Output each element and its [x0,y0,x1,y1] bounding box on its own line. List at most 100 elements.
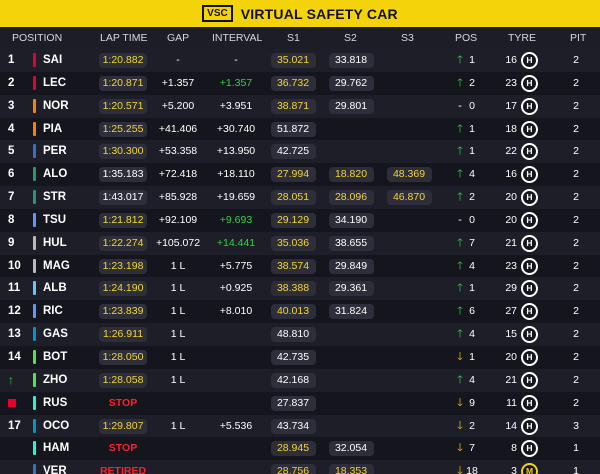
position-change-arrow: - [453,95,467,118]
team-color-bar [33,258,36,273]
position-change-arrow: 🡑 [453,49,467,72]
position-number: 1 [8,54,15,66]
tyre-cell: H [521,371,538,389]
gap: +92.109 [158,213,198,226]
table-row[interactable]: 5 PER 1:30.300 +53.358 +13.950 42.725 🡑 … [0,140,600,164]
position-change-arrow: 🡑 [453,163,467,186]
position-number: 17 [8,419,21,432]
s1-cell: 42.168 [268,369,318,392]
interval [208,369,264,392]
interval: +19.659 [216,191,256,204]
s1-cell: 27.837 [268,392,318,415]
tyre-laps: 20 [505,213,517,226]
lap-time: 1:26.911 [98,327,148,343]
interval: +5.775 [219,259,253,272]
table-row[interactable]: 1 SAI 1:20.882 - - 35.021 33.818 🡑 1 16 … [0,49,600,72]
s1-time: 27.837 [270,395,316,411]
pit-stops: 2 [573,236,579,249]
team-color-bar [33,304,36,319]
pit-stops: 3 [573,419,579,432]
table-row[interactable]: 11 ALB 1:24.190 1 L +0.925 38.388 29.361… [0,277,600,301]
lap-time: STOP [108,396,138,409]
table-row[interactable]: 8 TSU 1:21.812 +92.109 +9.693 29.129 34.… [0,208,600,232]
position-change: 1 [469,122,475,135]
header-pit: PIT [570,32,587,44]
table-row[interactable]: 6 ALO 1:35.183 +72.418 +18.110 27.994 18… [0,163,600,187]
lap-time-cell: 1:21.812 [97,209,149,232]
position-cell: 5 [8,140,30,163]
table-row[interactable]: HAM STOP 28.945 32.054 🡓 7 8 H 1 [0,437,600,461]
table-row[interactable]: 4 PIA 1:25.255 +41.406 +30.740 51.872 🡑 … [0,117,600,141]
tyre-cell: H [521,143,538,161]
team-color-bar [33,418,36,433]
lap-time: 1:23.198 [98,258,148,274]
s1-time: 42.168 [270,372,316,388]
s2-cell [326,118,376,141]
tyre-compound-icon: H [521,189,538,207]
table-row[interactable]: 13 GAS 1:26.911 1 L 48.810 🡑 4 15 H 2 [0,323,600,346]
s3-cell [384,369,434,392]
position-number: 2 [8,76,15,89]
tyre-laps: 17 [505,99,517,112]
arrow-up-icon: 🡑 [457,305,463,318]
interval [208,392,264,415]
table-row[interactable]: VER RETIRED 28.756 18.353 🡓 18 3 M 1 [0,460,600,474]
table-row[interactable]: 12 RIC 1:23.839 1 L +8.010 40.013 31.824… [0,300,600,324]
arrow-down-icon: 🡓 [457,465,463,474]
s2-cell [326,346,376,369]
driver-code: GAS [43,328,68,341]
arrow-up-icon: 🡑 [457,282,463,295]
table-row[interactable]: 7 STR 1:43.017 +85.928 +19.659 28.051 28… [0,186,600,209]
table-row[interactable]: 14 BOT 1:28.050 1 L 42.735 🡓 1 20 H 2 [0,345,600,369]
position-number: 4 [8,122,15,135]
tyre-cell: H [521,348,538,366]
pit-stops: 2 [573,373,579,386]
driver-code: NOR [43,99,69,112]
table-row[interactable]: 2 LEC 1:20.871 +1.357 +1.357 36.732 29.7… [0,71,600,95]
position-number: 5 [8,145,15,158]
table-row[interactable]: 17 OCO 1:29.807 1 L +5.536 43.734 🡓 2 14… [0,414,600,438]
table-row[interactable]: ↑ ZHO 1:28.058 1 L 42.168 🡑 4 21 H 2 [0,368,600,392]
tyre-laps: 20 [505,350,517,363]
arrow-up-icon: 🡑 [457,328,463,341]
team-color-bar [33,75,36,90]
s2-time: 18.820 [328,167,374,183]
driver-code: OCO [43,419,70,432]
s1-time: 38.574 [270,258,316,274]
team-color-bar [33,327,36,342]
arrow-up-icon: 🡑 [457,76,463,89]
table-row[interactable]: 3 NOR 1:20.571 +5.200 +3.951 38.871 29.8… [0,94,600,118]
driver-code: ZHO [43,373,68,386]
pit-stops: 2 [573,168,579,181]
position-change-arrow: 🡑 [453,232,467,255]
pit-stops: 2 [573,396,579,409]
tyre-compound-icon: H [521,211,538,229]
table-row[interactable]: 9 HUL 1:22.274 +105.072 +14.441 35.036 3… [0,231,600,255]
s1-cell: 43.734 [268,415,318,438]
s1-time: 27.994 [270,167,316,183]
gap [152,437,204,460]
table-row[interactable]: 10 MAG 1:23.198 1 L +5.775 38.574 29.849… [0,254,600,278]
table-row[interactable]: RUS STOP 27.837 🡓 9 11 H 2 [0,391,600,415]
team-color-bar [33,167,36,182]
gap: 1 L [170,373,186,386]
lap-time-cell: STOP [97,437,149,460]
lap-time: RETIRED [99,465,147,474]
position-change-arrow: 🡑 [453,186,467,209]
position-change: 7 [469,442,475,455]
position-cell: 14 [8,346,30,369]
table-header: POSITION LAP TIME GAP INTERVAL S1 S2 S3 … [0,27,600,49]
tyre-compound-icon: H [521,417,538,435]
lap-time: 1:23.839 [98,304,148,320]
team-color-bar [33,190,36,205]
tyre-compound-icon: H [521,97,538,115]
header-s2: S2 [344,32,357,44]
interval: - [234,54,238,66]
position-number: 13 [8,328,21,341]
vsc-badge: VSC [202,5,233,22]
s1-cell: 28.945 [268,437,318,460]
stopped-square-icon [8,398,16,407]
s1-time: 43.734 [270,418,316,434]
tyre-laps: 11 [506,396,517,409]
lap-time: 1:30.300 [98,144,148,160]
